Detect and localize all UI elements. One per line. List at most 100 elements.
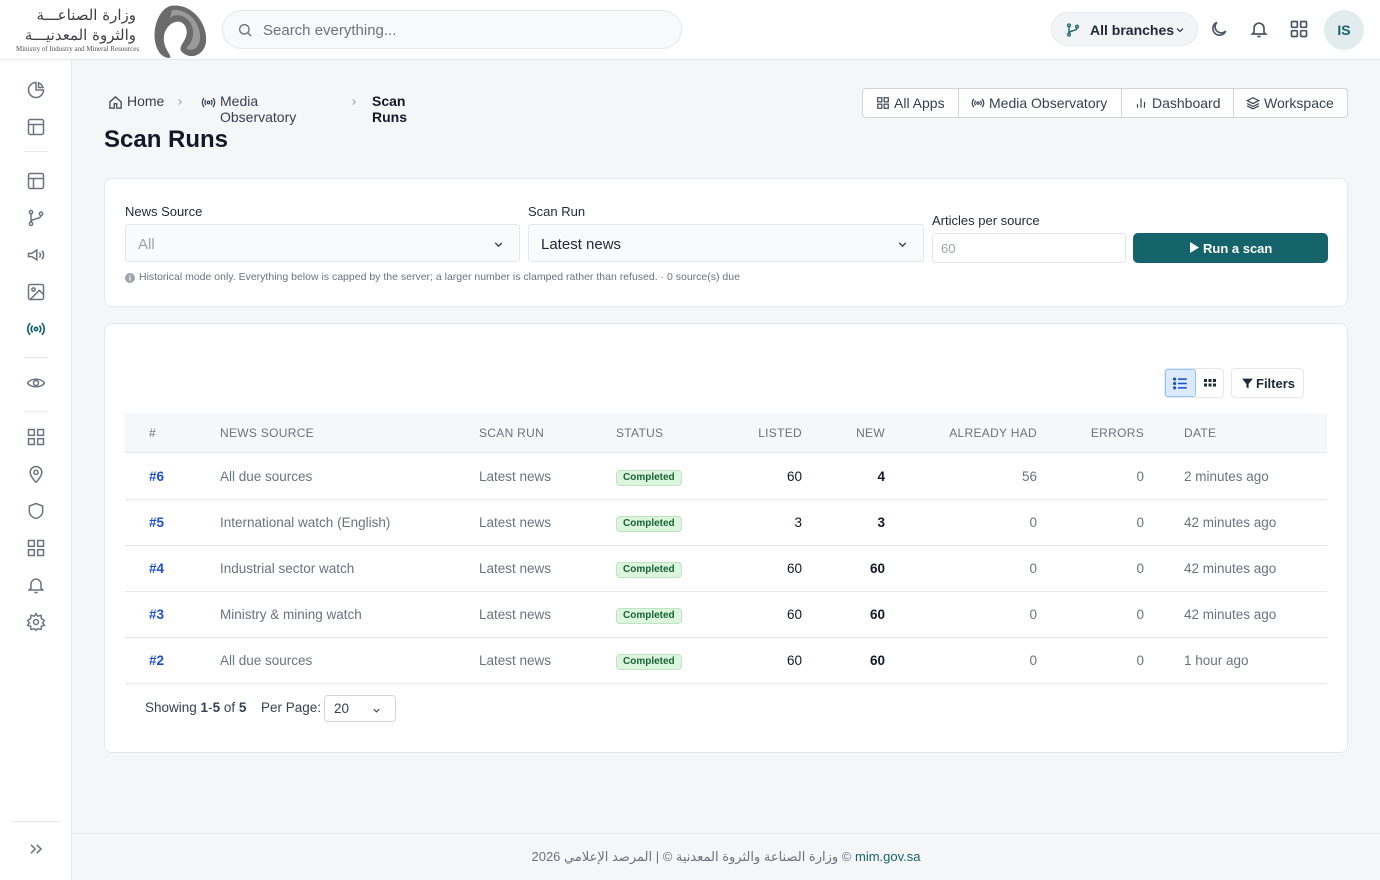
footer: 2026 وزارة الصناعة والثروة المعدنية © | …: [72, 833, 1380, 880]
search-input[interactable]: [263, 19, 663, 41]
cell-new: 60: [869, 607, 885, 622]
chevron-down-icon: [494, 242, 503, 248]
table-row[interactable]: #5 International watch (English) Latest …: [125, 500, 1327, 546]
run-id-link[interactable]: #5: [149, 515, 164, 530]
cell-news-source: Ministry & mining watch: [220, 607, 362, 622]
status-badge: Completed: [616, 608, 682, 624]
column-header-already-had[interactable]: ALREADY HAD: [949, 426, 1037, 440]
bell-icon[interactable]: [26, 575, 46, 595]
cell-news-source: All due sources: [220, 469, 313, 484]
radio-broadcast-icon[interactable]: [26, 319, 46, 339]
sidebar: [0, 60, 72, 880]
column-header-news-source[interactable]: NEWS SOURCE: [220, 426, 314, 440]
column-header-status[interactable]: STATUS: [616, 426, 663, 440]
table-row[interactable]: #6 All due sources Latest news Completed…: [125, 454, 1327, 500]
user-avatar[interactable]: IS: [1324, 10, 1364, 50]
media-observatory-link[interactable]: Media Observatory: [959, 89, 1122, 117]
cell-already-had: 56: [1021, 469, 1037, 484]
column-header-id[interactable]: #: [149, 426, 156, 440]
scan-run-label: Scan Run: [528, 204, 586, 219]
app-navigation: All Apps Media Observatory Dashboard Wor…: [862, 88, 1348, 118]
settings-icon[interactable]: [26, 612, 46, 632]
workspace-label: Workspace: [1264, 95, 1334, 111]
per-page-value: 20: [334, 701, 350, 716]
home-icon[interactable]: [108, 95, 123, 110]
apps-grid-icon[interactable]: [1289, 19, 1309, 39]
per-page-label: Per Page:: [261, 700, 322, 715]
cell-date: 42 minutes ago: [1184, 515, 1277, 530]
pie-chart-icon[interactable]: [26, 80, 46, 100]
ministry-logo[interactable]: وزارة الصناعـــة والثروة المعدنيـــة Min…: [14, 2, 210, 59]
list-view-button[interactable]: [1165, 369, 1196, 397]
table-row[interactable]: #3 Ministry & mining watch Latest news C…: [125, 592, 1327, 638]
all-apps-link[interactable]: All Apps: [863, 89, 959, 117]
per-page-select[interactable]: 20: [324, 695, 396, 722]
table-header: # NEWS SOURCE SCAN RUN STATUS LISTED NEW…: [125, 413, 1327, 453]
cell-new: 60: [869, 653, 885, 668]
chevrons-right-icon[interactable]: [26, 839, 46, 859]
articles-per-source-label: Articles per source: [932, 213, 1040, 228]
apps-grid-icon[interactable]: [26, 427, 46, 447]
scan-runs-table-card: Filters # NEWS SOURCE SCAN RUN STATUS LI…: [104, 323, 1348, 753]
all-apps-label: All Apps: [894, 95, 945, 111]
news-source-value: All: [138, 236, 155, 253]
chevron-down-icon: [1176, 28, 1184, 33]
breadcrumb-current: Scan Runs: [372, 93, 407, 125]
chevron-right-icon: [352, 99, 356, 105]
column-header-new[interactable]: NEW: [856, 426, 885, 440]
layers-icon: [1246, 97, 1260, 110]
git-branch-icon: [1067, 23, 1079, 37]
git-branch-icon[interactable]: [26, 208, 46, 228]
run-id-link[interactable]: #4: [149, 561, 164, 576]
news-source-select[interactable]: All: [125, 224, 520, 262]
image-icon[interactable]: [26, 282, 46, 302]
cell-listed: 60: [786, 561, 802, 576]
column-header-listed[interactable]: LISTED: [758, 426, 802, 440]
map-pin-icon[interactable]: [26, 464, 46, 484]
dark-mode-moon-icon[interactable]: [1209, 19, 1229, 39]
logo-ribbon-icon: [154, 5, 207, 59]
logo-english-name: Ministry of Industry and Mineral Resourc…: [16, 45, 140, 53]
run-id-link[interactable]: #2: [149, 653, 164, 668]
dashboard-link[interactable]: Dashboard: [1122, 89, 1234, 117]
run-id-link[interactable]: #6: [149, 469, 164, 484]
column-header-date[interactable]: DATE: [1184, 426, 1216, 440]
radio-broadcast-icon: [971, 98, 985, 108]
status-badge: Completed: [616, 562, 682, 578]
play-icon: [1190, 242, 1199, 253]
scan-run-select[interactable]: Latest news: [528, 224, 924, 262]
run-id-link[interactable]: #3: [149, 607, 164, 622]
chevron-down-icon: [898, 242, 907, 248]
grid-view-icon[interactable]: [1203, 376, 1217, 390]
view-toggle: [1164, 368, 1224, 398]
cell-errors: 0: [1136, 607, 1144, 622]
cell-errors: 0: [1136, 561, 1144, 576]
eye-icon[interactable]: [26, 373, 46, 393]
footer-link[interactable]: mim.gov.sa: [855, 849, 921, 864]
cell-errors: 0: [1136, 515, 1144, 530]
table-row[interactable]: #2 All due sources Latest news Completed…: [125, 638, 1327, 684]
global-search[interactable]: [222, 10, 682, 49]
breadcrumb-media-observatory[interactable]: Media Observatory: [220, 93, 296, 125]
bell-icon[interactable]: [1249, 19, 1269, 39]
apps-grid-icon[interactable]: [26, 538, 46, 558]
cell-already-had: 0: [1029, 561, 1037, 576]
shield-icon[interactable]: [26, 501, 46, 521]
layout-icon[interactable]: [26, 171, 46, 191]
run-scan-label: Run a scan: [1203, 241, 1273, 256]
layout-icon[interactable]: [26, 117, 46, 137]
column-header-errors[interactable]: ERRORS: [1091, 426, 1144, 440]
run-scan-button[interactable]: Run a scan: [1133, 233, 1328, 263]
workspace-link[interactable]: Workspace: [1234, 89, 1347, 117]
filters-button[interactable]: Filters: [1231, 368, 1304, 398]
column-header-scan-run[interactable]: SCAN RUN: [479, 426, 544, 440]
breadcrumb-home[interactable]: Home: [127, 93, 164, 109]
branch-selector[interactable]: All branches: [1051, 12, 1198, 46]
bar-chart-icon: [1136, 98, 1146, 108]
filters-label: Filters: [1256, 376, 1296, 391]
articles-per-source-input[interactable]: [932, 233, 1126, 263]
cell-listed: 60: [786, 653, 802, 668]
list-icon: [1173, 377, 1187, 390]
megaphone-icon[interactable]: [26, 245, 46, 265]
table-row[interactable]: #4 Industrial sector watch Latest news C…: [125, 546, 1327, 592]
